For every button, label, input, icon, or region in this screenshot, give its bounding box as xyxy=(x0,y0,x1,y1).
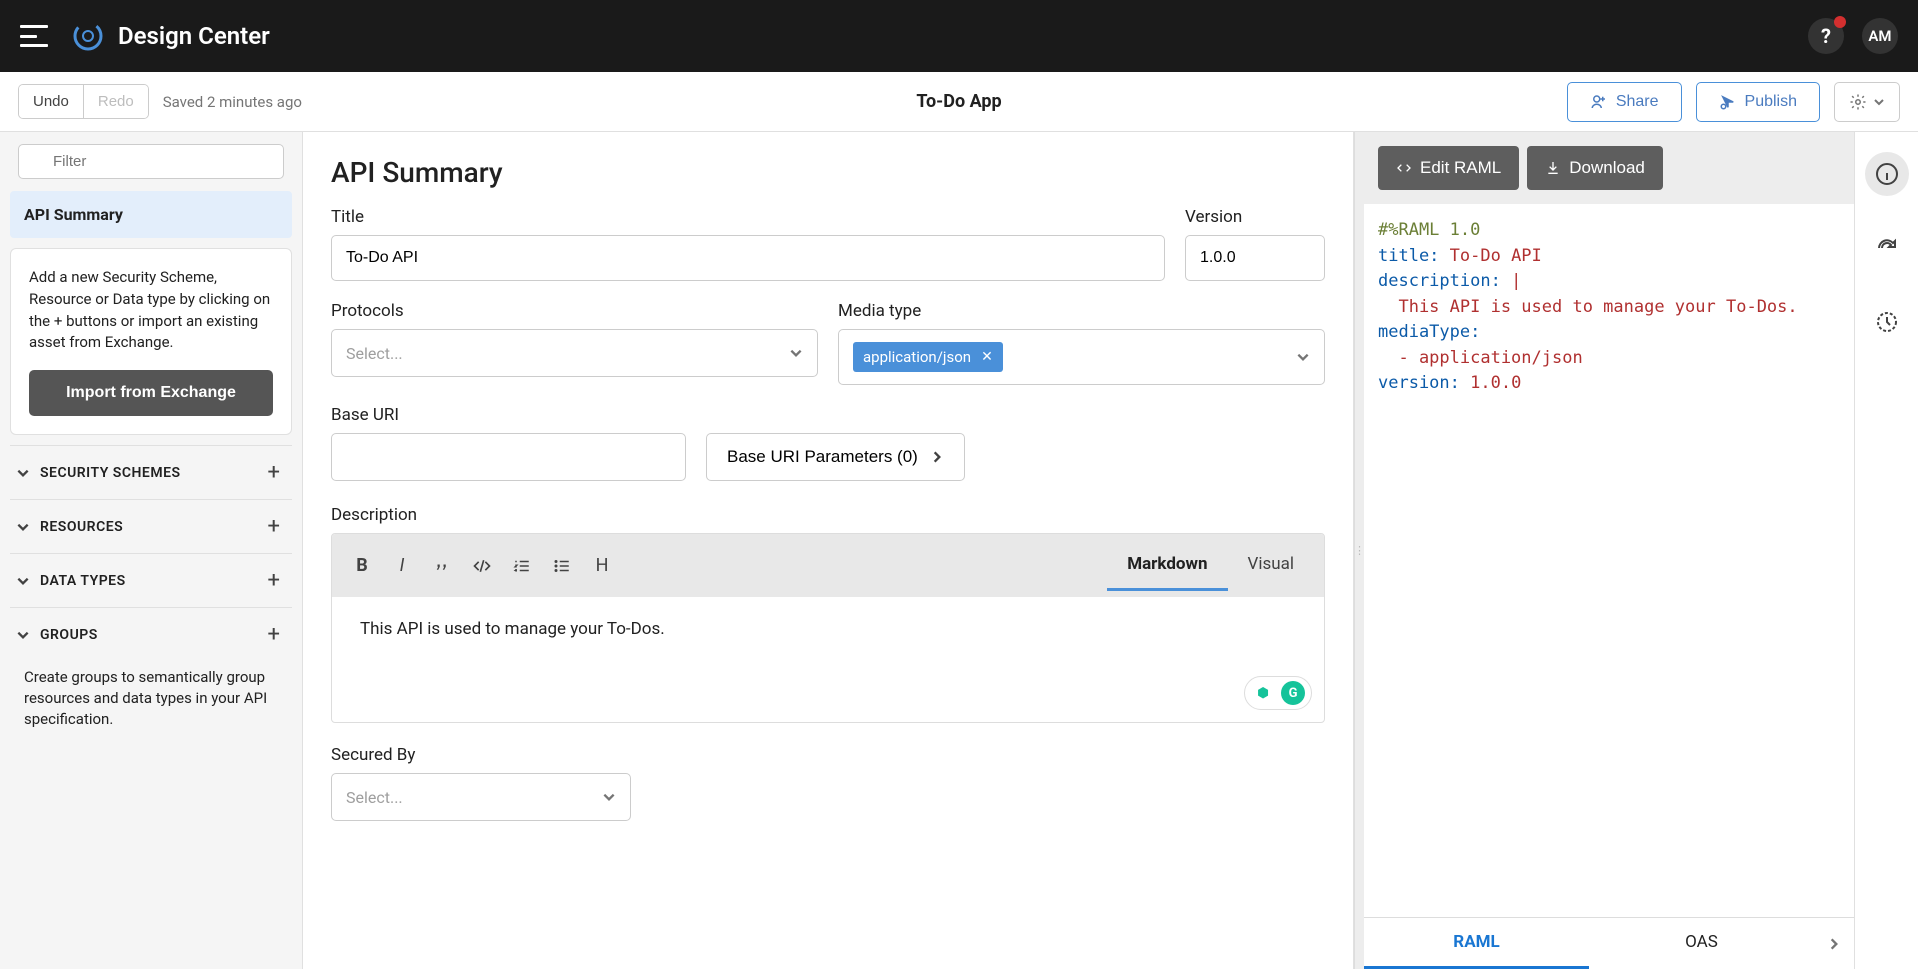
panel-resize-handle[interactable]: ⋮ xyxy=(1354,132,1364,969)
chevron-down-icon xyxy=(1873,96,1885,108)
info-card-text: Add a new Security Scheme, Resource or D… xyxy=(29,267,273,354)
sidebar: API Summary Add a new Security Scheme, R… xyxy=(0,132,303,969)
right-panel: Edit RAML Download #%RAML 1.0 title: To-… xyxy=(1364,132,1854,969)
hamburger-menu-icon[interactable] xyxy=(20,25,48,47)
tab-markdown[interactable]: Markdown xyxy=(1107,540,1227,591)
chevron-down-icon xyxy=(1296,350,1310,364)
chevron-down-icon xyxy=(16,520,30,534)
share-icon xyxy=(1590,93,1608,111)
bold-button[interactable]: B xyxy=(342,546,382,586)
tab-raml[interactable]: RAML xyxy=(1364,918,1589,969)
section-groups[interactable]: GROUPS + xyxy=(10,607,292,661)
section-resources[interactable]: RESOURCES + xyxy=(10,499,292,553)
section-security-schemes[interactable]: SECURITY SCHEMES + xyxy=(10,445,292,499)
version-input[interactable] xyxy=(1185,235,1325,281)
settings-button[interactable] xyxy=(1834,82,1900,122)
add-security-scheme-button[interactable]: + xyxy=(262,460,286,485)
tab-oas[interactable]: OAS xyxy=(1589,918,1814,969)
code-icon xyxy=(1396,160,1412,176)
download-button[interactable]: Download xyxy=(1527,146,1663,190)
media-type-select[interactable]: application/json ✕ xyxy=(838,329,1325,385)
dashed-circle-icon xyxy=(1875,310,1899,334)
description-textarea[interactable]: This API is used to manage your To-Dos. … xyxy=(332,597,1324,722)
share-button[interactable]: Share xyxy=(1567,82,1682,122)
import-exchange-button[interactable]: Import from Exchange xyxy=(29,370,273,416)
media-type-chip: application/json ✕ xyxy=(853,342,1003,372)
code-icon xyxy=(472,556,492,576)
ordered-list-button[interactable] xyxy=(502,546,542,586)
toolbar: Undo Redo Saved 2 minutes ago To-Do App … xyxy=(0,72,1918,132)
unordered-list-icon xyxy=(553,557,571,575)
version-label: Version xyxy=(1185,207,1325,227)
info-rail-button[interactable] xyxy=(1865,152,1909,196)
publish-button[interactable]: Publish xyxy=(1696,82,1820,122)
section-data-types[interactable]: DATA TYPES + xyxy=(10,553,292,607)
italic-button[interactable]: I xyxy=(382,546,422,586)
quote-button[interactable] xyxy=(422,546,462,586)
undo-redo-group: Undo Redo xyxy=(18,84,149,119)
redo-button[interactable]: Redo xyxy=(84,85,148,118)
right-rail xyxy=(1854,132,1918,969)
refresh-icon xyxy=(1875,236,1899,260)
title-label: Title xyxy=(331,207,1165,227)
chevron-right-icon xyxy=(930,450,944,464)
base-uri-input[interactable] xyxy=(331,433,686,481)
nav-api-summary[interactable]: API Summary xyxy=(10,191,292,238)
protocols-select[interactable]: Select... xyxy=(331,329,818,377)
chevron-down-icon xyxy=(789,346,803,360)
add-resource-button[interactable]: + xyxy=(262,514,286,539)
refresh-rail-button[interactable] xyxy=(1865,226,1909,270)
unordered-list-button[interactable] xyxy=(542,546,582,586)
remove-chip-icon[interactable]: ✕ xyxy=(981,349,993,365)
notification-badge xyxy=(1834,16,1846,28)
filter-input[interactable] xyxy=(18,144,284,179)
page-heading: API Summary xyxy=(331,156,1325,189)
saved-status: Saved 2 minutes ago xyxy=(163,93,302,111)
tab-visual[interactable]: Visual xyxy=(1228,540,1314,591)
edit-raml-button[interactable]: Edit RAML xyxy=(1378,146,1519,190)
gear-icon xyxy=(1849,93,1867,111)
document-title: To-Do App xyxy=(916,91,1001,112)
code-button[interactable] xyxy=(462,546,502,586)
chevron-down-icon xyxy=(16,466,30,480)
chevron-down-icon xyxy=(602,790,616,804)
groups-note: Create groups to semantically group reso… xyxy=(10,661,292,744)
chevron-down-icon xyxy=(16,628,30,642)
title-input[interactable] xyxy=(331,235,1165,281)
top-bar: Design Center ? AM xyxy=(0,0,1918,72)
chevron-down-icon xyxy=(16,574,30,588)
undo-button[interactable]: Undo xyxy=(19,85,84,118)
publish-icon xyxy=(1719,93,1737,111)
app-logo-icon xyxy=(72,20,104,52)
app-title: Design Center xyxy=(118,22,270,50)
secured-by-select[interactable]: Select... xyxy=(331,773,631,821)
description-label: Description xyxy=(331,505,1325,525)
add-group-button[interactable]: + xyxy=(262,622,286,647)
download-icon xyxy=(1545,160,1561,176)
code-preview: #%RAML 1.0 title: To-Do API description:… xyxy=(1364,204,1854,917)
grammarly-icon: G xyxy=(1281,681,1305,705)
add-data-type-button[interactable]: + xyxy=(262,568,286,593)
expand-panel-button[interactable] xyxy=(1814,918,1854,969)
description-editor: B I H Markdown Visual This API is used t… xyxy=(331,533,1325,723)
mock-rail-button[interactable] xyxy=(1865,300,1909,344)
quote-icon xyxy=(433,557,451,575)
ordered-list-icon xyxy=(513,557,531,575)
grammarly-shield-icon: ⬢ xyxy=(1251,681,1275,705)
secured-by-label: Secured By xyxy=(331,745,1325,765)
media-type-label: Media type xyxy=(838,301,1325,321)
help-button[interactable]: ? xyxy=(1808,18,1844,54)
info-card: Add a new Security Scheme, Resource or D… xyxy=(10,248,292,435)
info-icon xyxy=(1875,162,1899,186)
main-form: API Summary Title Version Protocols Sele… xyxy=(303,132,1354,969)
user-avatar[interactable]: AM xyxy=(1862,18,1898,54)
base-uri-label: Base URI xyxy=(331,405,1325,425)
grammarly-widget[interactable]: ⬢ G xyxy=(1244,676,1312,710)
base-uri-params-button[interactable]: Base URI Parameters (0) xyxy=(706,433,965,481)
heading-button[interactable]: H xyxy=(582,546,622,586)
protocols-label: Protocols xyxy=(331,301,818,321)
chevron-right-icon xyxy=(1827,937,1841,951)
